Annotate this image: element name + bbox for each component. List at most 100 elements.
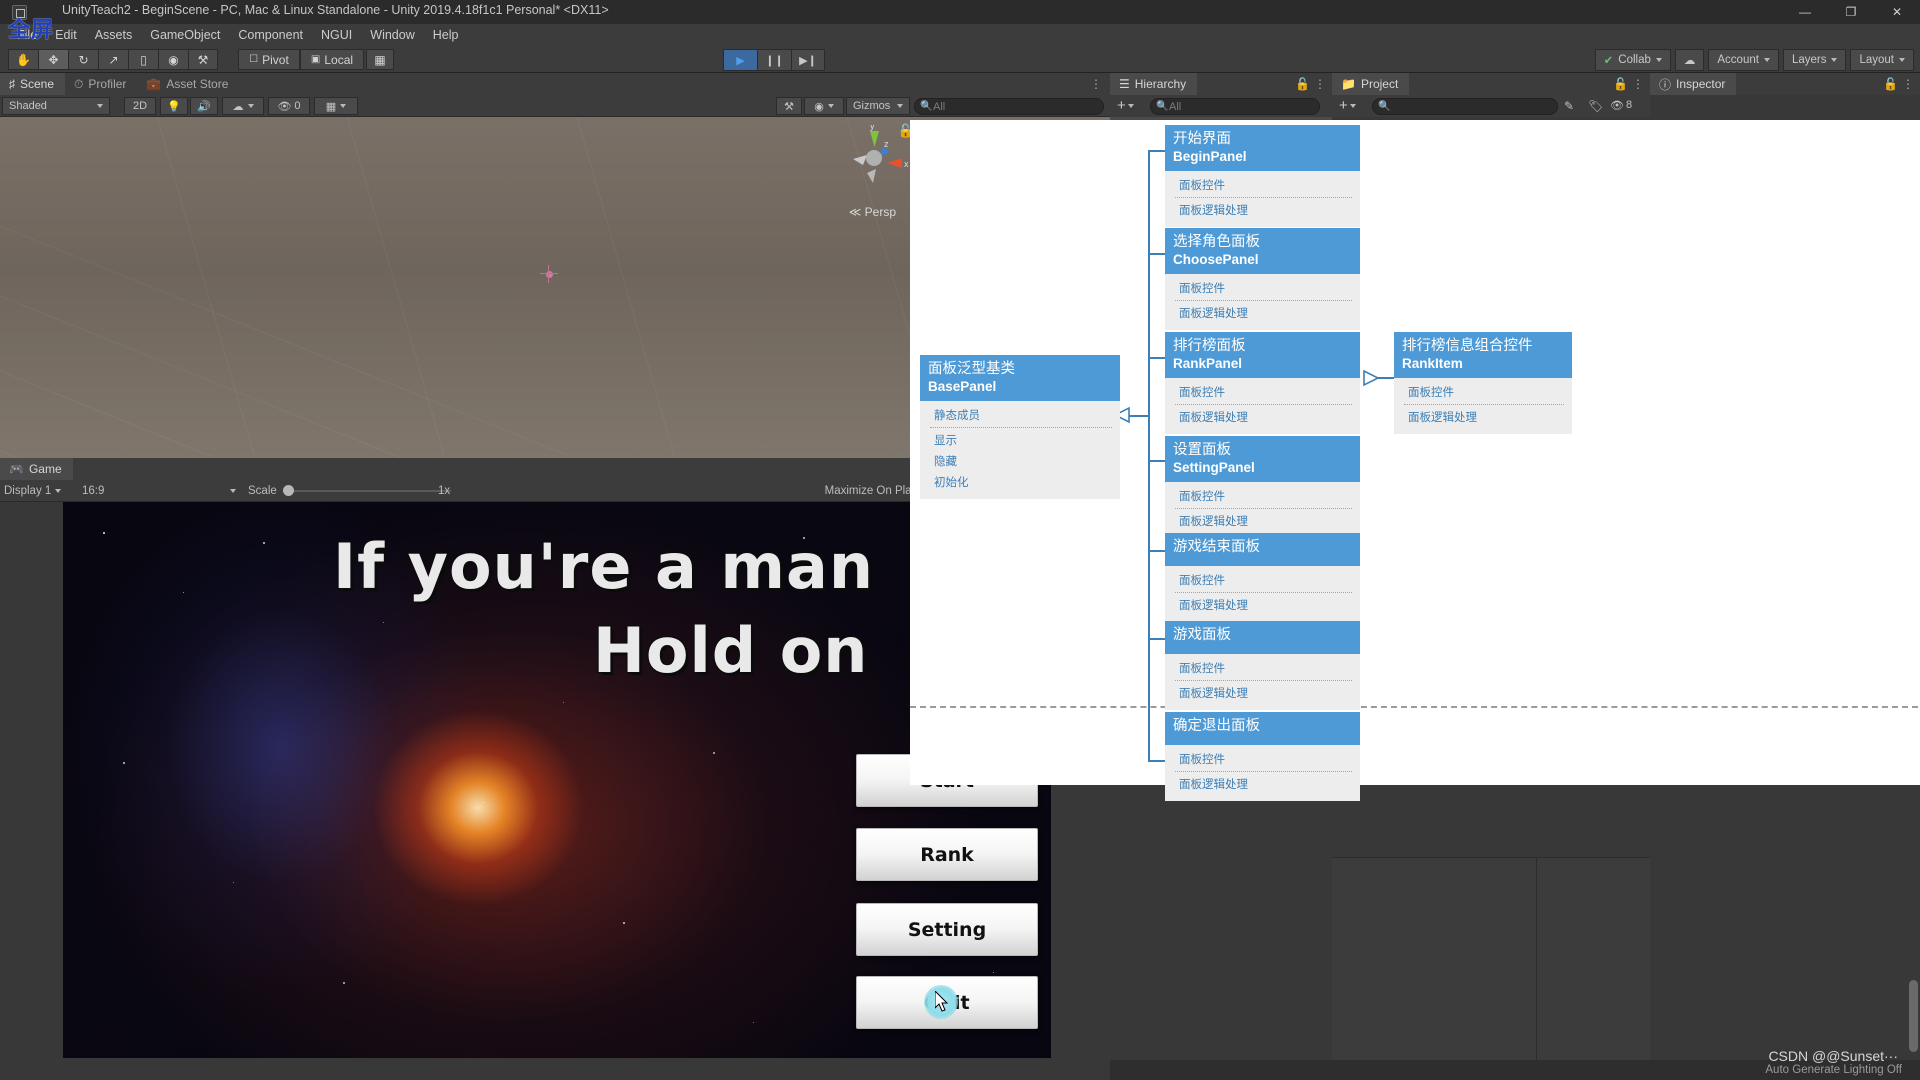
chevron-down-icon (1349, 103, 1356, 108)
pivot-toggle[interactable]: ☐ Pivot (238, 49, 300, 70)
project-filter-icon[interactable]: ✎ (1564, 99, 1574, 113)
layout-button[interactable]: Layout (1850, 49, 1914, 71)
tab-project[interactable]: 📁 Project (1332, 73, 1410, 95)
account-button[interactable]: Account (1708, 49, 1779, 71)
project-create-button[interactable]: + (1339, 97, 1356, 114)
game-viewport[interactable]: If you're a man Hold on Start Rank Setti… (63, 502, 1051, 1058)
layers-button[interactable]: Layers (1782, 49, 1847, 71)
scale-slider-track[interactable] (287, 490, 451, 492)
hidden-objects-toggle[interactable]: 👁 0 (268, 97, 310, 115)
aspect-dropdown[interactable]: 16:9 (82, 481, 242, 501)
tab-asset-store[interactable]: 💼 Asset Store (137, 73, 240, 95)
custom-tool-icon[interactable]: ⚒ (188, 49, 218, 70)
toggle-2d-button[interactable]: 2D (124, 97, 156, 115)
svg-text:x: x (904, 159, 909, 169)
playback-controls[interactable]: ▶ ❙❙ ▶❙ (723, 49, 825, 71)
rankitem-header: 排行榜信息组合控件 RankItem (1394, 332, 1572, 379)
diagram-box-gamepanel[interactable]: 游戏面板 面板控件 面板逻辑处理 (1165, 621, 1360, 710)
game-button-setting[interactable]: Setting (856, 903, 1038, 956)
tab-profiler[interactable]: ⏱ Profiler (65, 73, 138, 95)
move-tool-icon[interactable]: ✥ (38, 49, 68, 70)
hierarchy-tab-row[interactable]: ☰ Hierarchy 🔓 ⋮ (1110, 73, 1332, 95)
rect-tool-icon[interactable]: ▯ (128, 49, 158, 70)
lighting-icon[interactable]: 💡 (160, 97, 188, 115)
diagram-box-basepanel[interactable]: 面板泛型基类 BasePanel 静态成员 显示 隐藏 初始化 (920, 355, 1120, 500)
hierarchy-options-icon[interactable]: ⋮ (1314, 77, 1326, 91)
hand-tool-icon[interactable]: ✋ (8, 49, 38, 70)
diagram-box-quitconfirmpanel[interactable]: 确定退出面板 面板控件 面板逻辑处理 (1165, 712, 1360, 801)
transform-tool-icon[interactable]: ◉ (158, 49, 188, 70)
play-button[interactable]: ▶ (723, 49, 757, 71)
game-title-line1: If you're a man (333, 530, 874, 603)
diagram-box-rankitem[interactable]: 排行榜信息组合控件 RankItem 面板控件 面板逻辑处理 (1394, 332, 1572, 435)
menu-ngui[interactable]: NGUI (312, 26, 361, 44)
collab-button[interactable]: ✔ Collab (1594, 49, 1671, 71)
scene-search-input[interactable]: 🔍 All (914, 98, 1104, 115)
rankitem-row-controls: 面板控件 (1408, 387, 1454, 400)
chevron-down-icon (1127, 103, 1134, 108)
project-label-icon[interactable]: 🏷 (1588, 99, 1603, 113)
grid-visibility-dropdown[interactable]: ▦ (314, 97, 358, 115)
diagram-branch-1 (1148, 150, 1166, 152)
project-search-input[interactable]: 🔍 (1372, 98, 1558, 115)
hierarchy-search-placeholder: All (1169, 100, 1182, 113)
display-dropdown[interactable]: Display 1 (4, 481, 70, 501)
project-hidden-toggle[interactable]: 👁 8 (1610, 99, 1632, 112)
scene-options-icon[interactable]: ⋮ (1090, 77, 1102, 91)
vertical-scrollbar[interactable] (1909, 980, 1918, 1052)
fx-dropdown[interactable]: ☁ (222, 97, 264, 115)
shading-mode-label: Shaded (9, 100, 47, 112)
tab-game[interactable]: 🎮 Game (0, 458, 73, 480)
diagram-box-gameoverpanel[interactable]: 游戏结束面板 面板控件 面板逻辑处理 (1165, 533, 1360, 622)
project-tab-row[interactable]: 📁 Project 🔓 ⋮ (1332, 73, 1650, 95)
hierarchy-search-bar: + 🔍 All (1110, 95, 1332, 117)
gameoverpanel-header: 游戏结束面板 (1165, 533, 1360, 566)
audio-icon[interactable]: 🔊 (190, 97, 218, 115)
beginpanel-body: 面板控件 面板逻辑处理 (1165, 171, 1360, 228)
scene-tools-icon[interactable]: ⚒ (776, 97, 802, 115)
diagram-box-rankpanel[interactable]: 排行榜面板 RankPanel 面板控件 面板逻辑处理 (1165, 332, 1360, 435)
project-lock-icon[interactable]: 🔓 (1613, 77, 1628, 91)
menu-gameobject[interactable]: GameObject (141, 26, 229, 44)
diagram-box-beginpanel[interactable]: 开始界面 BeginPanel 面板控件 面板逻辑处理 (1165, 125, 1360, 228)
menu-help[interactable]: Help (424, 26, 468, 44)
minimize-button[interactable]: — (1782, 0, 1828, 24)
pause-button[interactable]: ❙❙ (757, 49, 791, 71)
maximize-on-play-toggle[interactable]: Maximize On Play (821, 481, 921, 501)
game-button-rank[interactable]: Rank (856, 828, 1038, 881)
project-options-icon[interactable]: ⋮ (1632, 77, 1644, 91)
window-controls[interactable]: — ❐ ✕ (1782, 0, 1920, 24)
diagram-box-settingpanel[interactable]: 设置面板 SettingPanel 面板控件 面板逻辑处理 (1165, 436, 1360, 539)
menu-assets[interactable]: Assets (86, 26, 142, 44)
settingpanel-body: 面板控件 面板逻辑处理 (1165, 482, 1360, 539)
local-toggle[interactable]: ▣ Local (300, 49, 364, 70)
camera-settings-dropdown[interactable]: ◉ (804, 97, 844, 115)
basepanel-method-init: 初始化 (934, 477, 969, 490)
step-button[interactable]: ▶❙ (791, 49, 825, 71)
scale-tool-icon[interactable]: ↗ (98, 49, 128, 70)
menu-component[interactable]: Component (229, 26, 312, 44)
toolbar-right-group[interactable]: ✔ Collab ☁ Account Layers Layout (1594, 49, 1914, 71)
inspector-tab-row[interactable]: ⓘ Inspector 🔓 ⋮ (1650, 73, 1920, 95)
maximize-button[interactable]: ❐ (1828, 0, 1874, 24)
tab-scene[interactable]: ♯ Scene (0, 73, 66, 95)
tab-hierarchy[interactable]: ☰ Hierarchy (1110, 73, 1198, 95)
close-button[interactable]: ✕ (1874, 0, 1920, 24)
diagram-box-choosepanel[interactable]: 选择角色面板 ChoosePanel 面板控件 面板逻辑处理 (1165, 228, 1360, 331)
inspector-options-icon[interactable]: ⋮ (1902, 77, 1914, 91)
gizmos-dropdown[interactable]: Gizmos (846, 97, 910, 115)
inspector-lock-icon[interactable]: 🔓 (1883, 77, 1898, 91)
rotate-tool-icon[interactable]: ↻ (68, 49, 98, 70)
shading-mode-dropdown[interactable]: Shaded (2, 97, 110, 115)
hierarchy-search-input[interactable]: 🔍 All (1150, 98, 1320, 115)
perspective-label[interactable]: ≪ Persp (849, 205, 896, 219)
scene-tab-row[interactable]: ♯ Scene ⏱ Profiler 💼 Asset Store ⋮ (0, 73, 1110, 95)
menu-bar[interactable]: File Edit Assets GameObject Component NG… (0, 24, 1920, 46)
menu-window[interactable]: Window (361, 26, 423, 44)
tab-inspector[interactable]: ⓘ Inspector (1650, 73, 1737, 95)
grid-snap-icon[interactable]: ▦ (366, 49, 394, 70)
scale-slider-handle[interactable] (283, 485, 294, 496)
hierarchy-lock-icon[interactable]: 🔓 (1295, 77, 1310, 91)
cloud-button[interactable]: ☁ (1674, 49, 1705, 71)
hierarchy-create-button[interactable]: + (1117, 97, 1134, 114)
